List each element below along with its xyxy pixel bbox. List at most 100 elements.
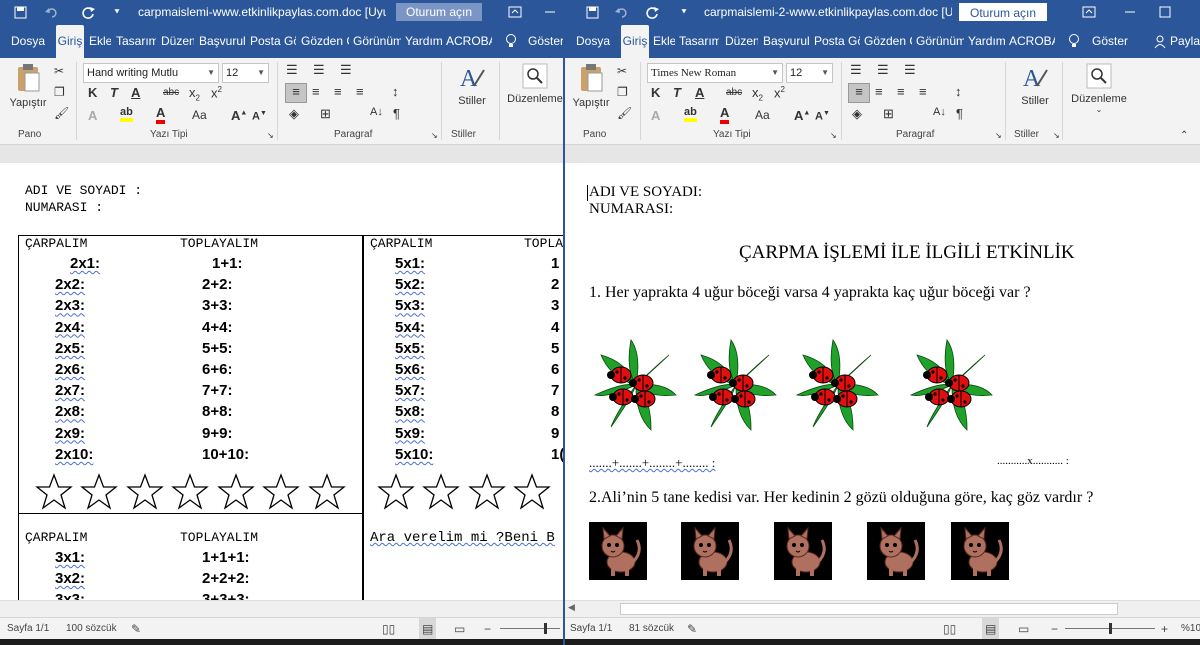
paragraph-dialog-launcher-icon[interactable]: ↘ [431,131,438,140]
font-size-combo[interactable]: 12 ▼ [222,63,269,83]
font-dialog-launcher-icon[interactable]: ↘ [267,131,274,140]
superscript-icon[interactable]: x2 [774,85,785,100]
paste-button[interactable]: Yapıştır [571,62,611,122]
tab-yardim[interactable]: Yardım [405,25,442,58]
superscript-icon[interactable]: x2 [211,85,222,100]
font-size-combo[interactable]: 12 ▼ [786,63,833,83]
zoom-thumb[interactable] [1109,623,1112,634]
redo-icon[interactable] [79,0,99,25]
document-page[interactable]: ADI VE SOYADI: NUMARASI: ÇARPMA İŞLEMİ İ… [565,163,1200,600]
paste-button[interactable]: Yapıştır [8,62,48,122]
tab-giris[interactable]: Giriş [56,25,84,58]
font-name-combo[interactable]: Hand writing Mutlu ▼ [83,63,219,83]
bullets-icon[interactable]: ☰ [286,62,298,78]
tab-duzen[interactable]: Düzen [725,25,758,58]
ribbon-options-icon[interactable] [500,0,530,25]
tab-dosya[interactable]: Dosya [576,25,610,58]
sign-in-button[interactable]: Oturum açın [959,3,1048,21]
tab-postalar[interactable]: Posta Gö [250,25,296,58]
format-painter-icon[interactable]: 🖌 [54,106,69,120]
minimize-icon[interactable] [537,0,563,25]
ribbon-options-icon[interactable] [1074,0,1104,25]
tab-dosya[interactable]: Dosya [11,25,45,58]
cut-icon[interactable]: ✂ [54,64,64,78]
page-count[interactable]: Sayfa 1/1 [570,618,612,640]
read-mode-icon[interactable]: ▯▯ [943,618,956,640]
show-marks-icon[interactable]: ¶ [956,106,963,121]
align-left-icon[interactable]: ≡ [285,83,307,103]
proofing-icon[interactable]: ✎ [131,618,141,640]
undo-icon[interactable] [42,0,62,25]
zoom-in-icon[interactable]: + [1161,618,1168,640]
tab-tasarim[interactable]: Tasarım [116,25,156,58]
copy-icon[interactable]: ❐ [617,85,628,99]
scroll-thumb[interactable] [620,603,1118,615]
subscript-icon[interactable]: x2 [752,85,763,103]
strikethrough-icon[interactable]: abc [163,87,179,98]
tab-gorunum[interactable]: Görünüm [916,25,964,58]
tab-postalar[interactable]: Posta Gö [814,25,860,58]
undo-icon[interactable] [612,0,632,25]
italic-icon[interactable]: T [673,85,681,100]
shrink-font-icon[interactable]: A▼ [815,110,830,123]
tab-gozden-gecir[interactable]: Gözden G [864,25,912,58]
center-icon[interactable]: ≡ [875,84,883,99]
tab-yardim[interactable]: Yardım [968,25,1005,58]
lightbulb-icon[interactable] [1068,25,1084,58]
share-button[interactable]: Payla [1170,25,1200,58]
scroll-left-icon[interactable]: ◀ [568,602,575,613]
zoom-level[interactable]: %10 [1181,618,1200,640]
editing-button[interactable]: Düzenleme [505,62,563,122]
bullets-icon[interactable]: ☰ [850,62,862,78]
tab-basvurular[interactable]: Başvurula [763,25,810,58]
show-marks-icon[interactable]: ¶ [393,106,400,121]
underline-icon[interactable]: A [695,85,704,100]
underline-icon[interactable]: A [131,85,140,100]
tab-ekle[interactable]: Ekle [653,25,675,58]
multilevel-list-icon[interactable]: ☰ [904,62,916,78]
proofing-icon[interactable]: ✎ [687,618,697,640]
horizontal-scrollbar[interactable] [0,600,563,617]
cut-icon[interactable]: ✂ [617,64,627,78]
multiplication-blank[interactable]: ...........x........... : [997,455,1069,467]
multilevel-list-icon[interactable]: ☰ [340,62,352,78]
print-layout-icon[interactable]: ▤ [982,618,1000,640]
font-name-combo[interactable]: Times New Roman ▼ [647,63,783,83]
addition-blank[interactable]: .......+.......+........+........ : [589,455,715,471]
tab-gozden-gecir[interactable]: Gözden G [301,25,349,58]
font-dialog-launcher-icon[interactable]: ↘ [830,131,837,140]
subscript-icon[interactable]: x2 [189,85,200,103]
shrink-font-icon[interactable]: A▼ [252,110,267,123]
tab-acrobat[interactable]: ACROBA [1009,25,1055,58]
save-icon[interactable] [582,0,602,25]
zoom-slider[interactable] [500,628,560,629]
bold-icon[interactable]: K [651,85,660,100]
read-mode-icon[interactable]: ▯▯ [382,618,395,640]
strikethrough-icon[interactable]: abc [726,87,742,98]
maximize-icon[interactable] [1150,0,1180,25]
grow-font-icon[interactable]: A▲ [794,108,810,123]
tab-ekle[interactable]: Ekle [89,25,111,58]
bold-icon[interactable]: K [88,85,97,100]
justify-icon[interactable]: ≡ [919,84,927,99]
tab-basvurular[interactable]: Başvurula [199,25,246,58]
editing-button[interactable]: Düzenleme ⌄ [1068,62,1130,122]
lightbulb-icon[interactable] [505,25,521,58]
align-right-icon[interactable]: ≡ [334,84,342,99]
save-icon[interactable] [10,0,30,25]
highlight-icon[interactable]: ab [120,106,133,122]
web-layout-icon[interactable]: ▭ [454,618,465,640]
styles-button[interactable]: A Stiller [1015,62,1055,122]
paragraph-dialog-launcher-icon[interactable]: ↘ [995,131,1002,140]
line-spacing-icon[interactable]: ↕ [955,84,962,99]
styles-dialog-launcher-icon[interactable]: ↘ [1053,131,1060,140]
justify-icon[interactable]: ≡ [356,84,364,99]
tab-tasarim[interactable]: Tasarım [679,25,719,58]
italic-icon[interactable]: T [110,85,118,100]
document-page[interactable]: ADI VE SOYADI : NUMARASI : ÇARPALIM TOPL… [0,163,563,600]
font-color-icon[interactable]: A [156,106,166,124]
tab-duzen[interactable]: Düzen [161,25,194,58]
tab-giris[interactable]: Giriş [621,25,649,58]
page-count[interactable]: Sayfa 1/1 [7,618,49,640]
sign-in-button[interactable]: Oturum açın [396,3,483,21]
